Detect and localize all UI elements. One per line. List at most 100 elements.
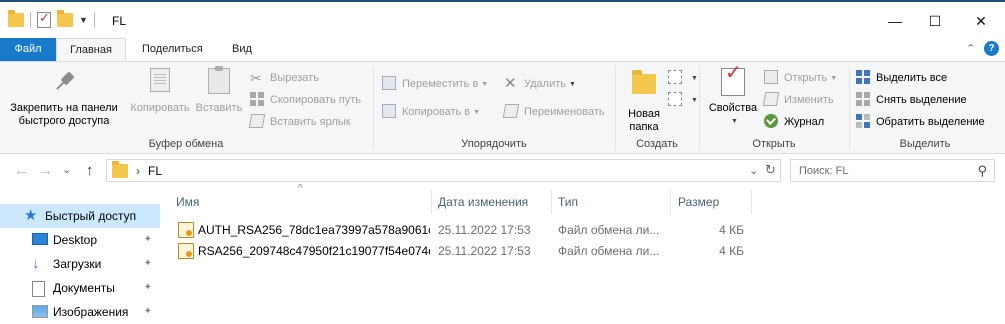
column-header-type[interactable]: Тип <box>552 190 670 214</box>
file-type: Файл обмена ли... <box>558 244 660 258</box>
new-folder-icon[interactable] <box>57 10 73 27</box>
nav-item-desktop[interactable]: Desktop ✦ <box>0 228 160 252</box>
navigation-pane: ★ Быстрый доступ Desktop ✦ ↓ Загрузки ✦ … <box>0 200 160 324</box>
nav-item-downloads[interactable]: ↓ Загрузки ✦ <box>0 252 160 276</box>
select-none-icon <box>856 92 872 108</box>
properties-icon <box>721 67 745 96</box>
new-folder-label-line1: Новая <box>628 108 660 120</box>
pin-icon: ✦ <box>143 258 152 269</box>
back-button[interactable]: ← <box>14 162 29 179</box>
easy-access-icon <box>668 92 684 108</box>
nav-item-quick-access[interactable]: ★ Быстрый доступ <box>0 204 160 228</box>
paste-shortcut-button[interactable]: Вставить ярлык <box>248 112 351 132</box>
file-row[interactable]: AUTH_RSA256_78dc1ea73997a578a9061c... 25… <box>170 220 750 240</box>
column-header-modified[interactable]: Дата изменения <box>432 190 552 214</box>
up-button[interactable]: ↑ <box>86 162 94 179</box>
new-folder-button[interactable]: Новая папка <box>620 68 668 134</box>
nav-item-pictures[interactable]: Изображения ✦ <box>0 300 160 324</box>
breadcrumb-separator[interactable]: › <box>136 164 140 178</box>
collapse-ribbon-icon[interactable]: ⌃ <box>966 42 975 55</box>
nav-item-label: Изображения <box>53 305 129 319</box>
pictures-icon <box>32 305 48 318</box>
nav-item-label: Быстрый доступ <box>45 209 137 223</box>
open-group: Свойства ▼ Открыть▼ Изменить Журнал Откр… <box>700 62 848 153</box>
tab-home[interactable]: Главная <box>56 38 126 62</box>
properties-button[interactable]: Свойства ▼ <box>704 67 762 128</box>
tab-share[interactable]: Поделиться <box>130 38 215 62</box>
pin-icon <box>49 67 79 97</box>
rename-label: Переименовать <box>524 106 605 118</box>
customize-toolbar-icon[interactable]: ▼ <box>79 15 88 25</box>
move-to-icon <box>382 76 398 92</box>
history-button[interactable]: Журнал <box>764 112 824 132</box>
folder-icon[interactable] <box>8 10 24 27</box>
toolbar-divider <box>30 12 31 28</box>
nav-item-documents[interactable]: Документы ✦ <box>0 276 160 300</box>
download-icon: ↓ <box>32 255 40 272</box>
rename-button[interactable]: Переименовать <box>502 102 605 122</box>
search-icon[interactable]: ⚲ <box>977 163 987 179</box>
delete-icon: ✕ <box>504 75 517 92</box>
open-icon <box>764 70 780 86</box>
pin-icon: ✦ <box>143 282 152 293</box>
close-button[interactable]: ✕ <box>958 6 1004 36</box>
new-item-icon <box>668 70 684 86</box>
edit-button[interactable]: Изменить <box>762 90 834 110</box>
copy-path-button[interactable]: Скопировать путь <box>250 90 361 110</box>
pin-label-line1: Закрепить на панели <box>10 102 118 114</box>
star-icon: ★ <box>24 207 38 224</box>
easy-access-button[interactable]: ▼ <box>668 90 698 110</box>
paste-shortcut-label: Вставить ярлык <box>270 116 351 128</box>
open-button[interactable]: Открыть ▼ <box>764 68 837 88</box>
move-to-label: Переместить в <box>402 78 479 90</box>
properties-icon[interactable] <box>37 10 51 28</box>
create-group-label: Создать <box>636 138 678 150</box>
certificate-icon <box>178 222 194 238</box>
select-all-label: Выделить все <box>876 72 948 84</box>
address-dropdown-button[interactable]: ⌄ <box>749 164 758 177</box>
copy-to-icon <box>382 104 398 120</box>
forward-button[interactable]: → <box>38 162 53 179</box>
pin-icon: ✦ <box>143 234 152 245</box>
column-header-name[interactable]: Имя <box>170 190 430 214</box>
column-divider[interactable] <box>670 190 671 214</box>
edit-label: Изменить <box>784 94 834 106</box>
pin-icon: ✦ <box>143 306 152 317</box>
file-size: 4 КБ <box>719 244 744 258</box>
breadcrumb-current[interactable]: FL <box>148 164 162 178</box>
tab-view[interactable]: Вид <box>220 38 264 62</box>
cut-button[interactable]: ✂ Вырезать <box>250 68 319 88</box>
invert-selection-button[interactable]: Обратить выделение <box>856 112 985 132</box>
cut-label: Вырезать <box>270 72 319 84</box>
file-type: Файл обмена ли... <box>558 223 660 237</box>
create-group: Новая папка ▼ ▼ Создать <box>616 62 698 153</box>
search-input[interactable]: Поиск: FL ⚲ <box>790 159 995 182</box>
ribbon-tabs: Файл Главная Поделиться Вид ⌃ ? <box>0 38 1005 62</box>
select-none-label: Снять выделение <box>876 94 967 106</box>
new-folder-icon <box>632 70 656 94</box>
paste-button[interactable]: Вставить <box>194 66 244 115</box>
select-all-button[interactable]: Выделить все <box>856 68 947 88</box>
recent-locations-button[interactable]: ⌄ <box>62 163 71 176</box>
copy-to-button[interactable]: Копировать в ▼ <box>382 102 480 122</box>
documents-icon <box>32 281 45 297</box>
nav-item-label: Загрузки <box>53 257 102 271</box>
copy-button[interactable]: Копировать <box>126 68 194 115</box>
delete-button[interactable]: ✕ Удалить ▼ <box>504 74 576 94</box>
new-item-button[interactable]: ▼ <box>668 68 698 88</box>
refresh-button[interactable]: ↻ <box>765 162 776 178</box>
help-icon[interactable]: ? <box>984 41 999 56</box>
move-to-button[interactable]: Переместить в ▼ <box>382 74 488 94</box>
scissors-icon: ✂ <box>250 70 262 86</box>
address-bar[interactable]: › FL ⌄ ↻ <box>106 159 781 182</box>
select-none-button[interactable]: Снять выделение <box>856 90 967 110</box>
column-divider[interactable] <box>751 190 752 214</box>
desktop-icon <box>32 233 48 245</box>
file-name: AUTH_RSA256_78dc1ea73997a578a9061c... <box>198 223 430 237</box>
column-header-size[interactable]: Размер <box>672 190 752 214</box>
tab-file[interactable]: Файл <box>0 38 56 62</box>
file-row[interactable]: RSA256_209748c47950f21c19077f54e074d... … <box>170 241 750 261</box>
pin-to-quick-access-button[interactable]: Закрепить на панели быстрого доступа <box>4 68 124 128</box>
maximize-button[interactable]: ☐ <box>912 6 958 36</box>
delete-label: Удалить <box>524 78 566 90</box>
